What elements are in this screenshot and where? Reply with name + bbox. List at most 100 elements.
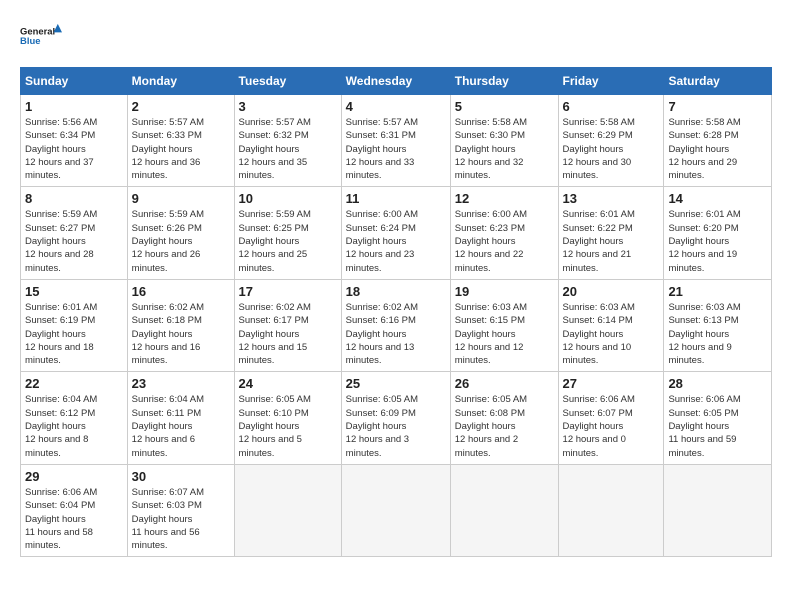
day-number: 16 bbox=[132, 284, 230, 299]
day-info: Sunrise: 6:06 AMSunset: 6:05 PMDaylight … bbox=[668, 394, 740, 458]
day-number: 23 bbox=[132, 376, 230, 391]
day-cell-25: 25 Sunrise: 6:05 AMSunset: 6:09 PMDaylig… bbox=[341, 372, 450, 464]
empty-cell bbox=[341, 464, 450, 556]
day-cell-23: 23 Sunrise: 6:04 AMSunset: 6:11 PMDaylig… bbox=[127, 372, 234, 464]
day-number: 8 bbox=[25, 191, 123, 206]
day-number: 12 bbox=[455, 191, 554, 206]
day-cell-30: 30 Sunrise: 6:07 AMSunset: 6:03 PMDaylig… bbox=[127, 464, 234, 556]
day-cell-14: 14 Sunrise: 6:01 AMSunset: 6:20 PMDaylig… bbox=[664, 187, 772, 279]
day-cell-16: 16 Sunrise: 6:02 AMSunset: 6:18 PMDaylig… bbox=[127, 279, 234, 371]
day-cell-12: 12 Sunrise: 6:00 AMSunset: 6:23 PMDaylig… bbox=[450, 187, 558, 279]
day-cell-13: 13 Sunrise: 6:01 AMSunset: 6:22 PMDaylig… bbox=[558, 187, 664, 279]
day-cell-17: 17 Sunrise: 6:02 AMSunset: 6:17 PMDaylig… bbox=[234, 279, 341, 371]
day-info: Sunrise: 6:03 AMSunset: 6:14 PMDaylight … bbox=[563, 302, 635, 366]
header-cell-thursday: Thursday bbox=[450, 68, 558, 95]
day-cell-8: 8 Sunrise: 5:59 AMSunset: 6:27 PMDayligh… bbox=[21, 187, 128, 279]
day-number: 14 bbox=[668, 191, 767, 206]
day-cell-22: 22 Sunrise: 6:04 AMSunset: 6:12 PMDaylig… bbox=[21, 372, 128, 464]
day-info: Sunrise: 6:06 AMSunset: 6:07 PMDaylight … bbox=[563, 394, 635, 458]
page: General Blue SundayMondayTuesdayWednesda… bbox=[0, 0, 792, 567]
day-cell-24: 24 Sunrise: 6:05 AMSunset: 6:10 PMDaylig… bbox=[234, 372, 341, 464]
day-info: Sunrise: 5:59 AMSunset: 6:27 PMDaylight … bbox=[25, 209, 97, 273]
day-cell-5: 5 Sunrise: 5:58 AMSunset: 6:30 PMDayligh… bbox=[450, 95, 558, 187]
day-number: 9 bbox=[132, 191, 230, 206]
day-number: 29 bbox=[25, 469, 123, 484]
week-row-3: 15 Sunrise: 6:01 AMSunset: 6:19 PMDaylig… bbox=[21, 279, 772, 371]
day-info: Sunrise: 5:59 AMSunset: 6:26 PMDaylight … bbox=[132, 209, 204, 273]
day-info: Sunrise: 6:02 AMSunset: 6:18 PMDaylight … bbox=[132, 302, 204, 366]
day-number: 19 bbox=[455, 284, 554, 299]
day-cell-6: 6 Sunrise: 5:58 AMSunset: 6:29 PMDayligh… bbox=[558, 95, 664, 187]
day-number: 6 bbox=[563, 99, 660, 114]
day-info: Sunrise: 6:05 AMSunset: 6:10 PMDaylight … bbox=[239, 394, 311, 458]
week-row-1: 1 Sunrise: 5:56 AMSunset: 6:34 PMDayligh… bbox=[21, 95, 772, 187]
day-info: Sunrise: 6:05 AMSunset: 6:09 PMDaylight … bbox=[346, 394, 418, 458]
day-number: 24 bbox=[239, 376, 337, 391]
day-cell-26: 26 Sunrise: 6:05 AMSunset: 6:08 PMDaylig… bbox=[450, 372, 558, 464]
day-number: 21 bbox=[668, 284, 767, 299]
day-info: Sunrise: 5:58 AMSunset: 6:29 PMDaylight … bbox=[563, 117, 635, 181]
day-cell-2: 2 Sunrise: 5:57 AMSunset: 6:33 PMDayligh… bbox=[127, 95, 234, 187]
day-info: Sunrise: 5:57 AMSunset: 6:31 PMDaylight … bbox=[346, 117, 418, 181]
day-cell-10: 10 Sunrise: 5:59 AMSunset: 6:25 PMDaylig… bbox=[234, 187, 341, 279]
empty-cell bbox=[450, 464, 558, 556]
day-cell-18: 18 Sunrise: 6:02 AMSunset: 6:16 PMDaylig… bbox=[341, 279, 450, 371]
day-info: Sunrise: 5:58 AMSunset: 6:28 PMDaylight … bbox=[668, 117, 740, 181]
day-cell-19: 19 Sunrise: 6:03 AMSunset: 6:15 PMDaylig… bbox=[450, 279, 558, 371]
day-number: 10 bbox=[239, 191, 337, 206]
day-info: Sunrise: 5:57 AMSunset: 6:32 PMDaylight … bbox=[239, 117, 311, 181]
day-number: 28 bbox=[668, 376, 767, 391]
header-cell-sunday: Sunday bbox=[21, 68, 128, 95]
header-cell-monday: Monday bbox=[127, 68, 234, 95]
day-number: 4 bbox=[346, 99, 446, 114]
day-cell-20: 20 Sunrise: 6:03 AMSunset: 6:14 PMDaylig… bbox=[558, 279, 664, 371]
day-info: Sunrise: 6:01 AMSunset: 6:22 PMDaylight … bbox=[563, 209, 635, 273]
day-number: 11 bbox=[346, 191, 446, 206]
day-info: Sunrise: 6:04 AMSunset: 6:12 PMDaylight … bbox=[25, 394, 97, 458]
day-number: 27 bbox=[563, 376, 660, 391]
day-cell-11: 11 Sunrise: 6:00 AMSunset: 6:24 PMDaylig… bbox=[341, 187, 450, 279]
day-cell-28: 28 Sunrise: 6:06 AMSunset: 6:05 PMDaylig… bbox=[664, 372, 772, 464]
day-info: Sunrise: 5:56 AMSunset: 6:34 PMDaylight … bbox=[25, 117, 97, 181]
day-number: 25 bbox=[346, 376, 446, 391]
day-number: 30 bbox=[132, 469, 230, 484]
day-info: Sunrise: 6:00 AMSunset: 6:23 PMDaylight … bbox=[455, 209, 527, 273]
day-info: Sunrise: 5:58 AMSunset: 6:30 PMDaylight … bbox=[455, 117, 527, 181]
day-number: 15 bbox=[25, 284, 123, 299]
day-number: 18 bbox=[346, 284, 446, 299]
header-cell-tuesday: Tuesday bbox=[234, 68, 341, 95]
day-info: Sunrise: 5:59 AMSunset: 6:25 PMDaylight … bbox=[239, 209, 311, 273]
empty-cell bbox=[234, 464, 341, 556]
day-info: Sunrise: 6:05 AMSunset: 6:08 PMDaylight … bbox=[455, 394, 527, 458]
empty-cell bbox=[664, 464, 772, 556]
day-info: Sunrise: 6:02 AMSunset: 6:16 PMDaylight … bbox=[346, 302, 418, 366]
day-info: Sunrise: 6:01 AMSunset: 6:19 PMDaylight … bbox=[25, 302, 97, 366]
day-info: Sunrise: 6:03 AMSunset: 6:15 PMDaylight … bbox=[455, 302, 527, 366]
day-info: Sunrise: 6:04 AMSunset: 6:11 PMDaylight … bbox=[132, 394, 204, 458]
day-number: 2 bbox=[132, 99, 230, 114]
day-number: 5 bbox=[455, 99, 554, 114]
day-cell-9: 9 Sunrise: 5:59 AMSunset: 6:26 PMDayligh… bbox=[127, 187, 234, 279]
day-number: 13 bbox=[563, 191, 660, 206]
day-number: 3 bbox=[239, 99, 337, 114]
day-cell-1: 1 Sunrise: 5:56 AMSunset: 6:34 PMDayligh… bbox=[21, 95, 128, 187]
day-number: 26 bbox=[455, 376, 554, 391]
empty-cell bbox=[558, 464, 664, 556]
day-number: 17 bbox=[239, 284, 337, 299]
header: General Blue bbox=[20, 15, 772, 57]
day-cell-27: 27 Sunrise: 6:06 AMSunset: 6:07 PMDaylig… bbox=[558, 372, 664, 464]
logo-svg: General Blue bbox=[20, 15, 62, 57]
calendar-table: SundayMondayTuesdayWednesdayThursdayFrid… bbox=[20, 67, 772, 557]
day-cell-21: 21 Sunrise: 6:03 AMSunset: 6:13 PMDaylig… bbox=[664, 279, 772, 371]
day-info: Sunrise: 6:03 AMSunset: 6:13 PMDaylight … bbox=[668, 302, 740, 366]
header-row: SundayMondayTuesdayWednesdayThursdayFrid… bbox=[21, 68, 772, 95]
day-cell-7: 7 Sunrise: 5:58 AMSunset: 6:28 PMDayligh… bbox=[664, 95, 772, 187]
day-number: 1 bbox=[25, 99, 123, 114]
day-info: Sunrise: 6:01 AMSunset: 6:20 PMDaylight … bbox=[668, 209, 740, 273]
day-cell-15: 15 Sunrise: 6:01 AMSunset: 6:19 PMDaylig… bbox=[21, 279, 128, 371]
day-cell-29: 29 Sunrise: 6:06 AMSunset: 6:04 PMDaylig… bbox=[21, 464, 128, 556]
day-info: Sunrise: 6:02 AMSunset: 6:17 PMDaylight … bbox=[239, 302, 311, 366]
day-number: 7 bbox=[668, 99, 767, 114]
logo: General Blue bbox=[20, 15, 62, 57]
day-info: Sunrise: 6:00 AMSunset: 6:24 PMDaylight … bbox=[346, 209, 418, 273]
